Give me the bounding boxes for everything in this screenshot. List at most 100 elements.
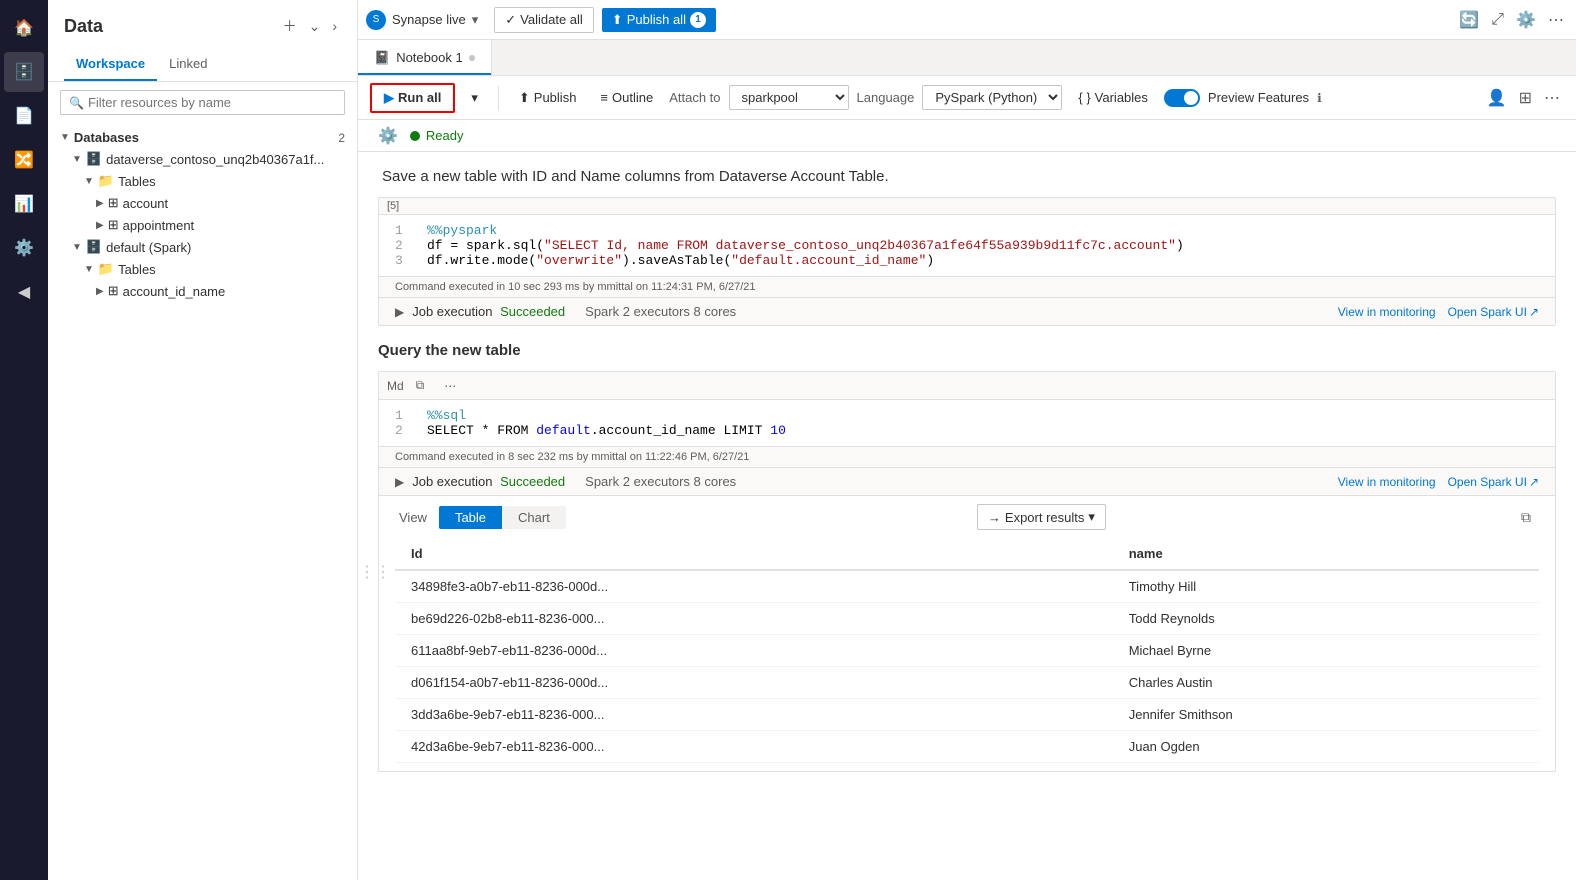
preview-features-toggle[interactable]	[1164, 89, 1200, 107]
cell1-job-label: Job execution Succeeded	[412, 304, 565, 319]
view-toggle: View Table Chart → Export results ▾ ⧉	[395, 504, 1539, 530]
publish-button[interactable]: ⬆ Publish	[511, 86, 585, 110]
toolbar-divider	[498, 86, 499, 110]
toolbar-right: 👤 ⊞ ⋯	[1483, 84, 1564, 112]
publish-label: Publish	[534, 90, 577, 105]
databases-label: Databases	[74, 130, 139, 145]
code-line: 2 SELECT * FROM default.account_id_name …	[395, 423, 1539, 438]
sidebar-develop[interactable]: 📄	[4, 96, 44, 136]
tree-tables-dataverse[interactable]: ▼ 📁 Tables	[48, 170, 357, 192]
run-dropdown-button[interactable]: ▾	[463, 86, 486, 110]
info-icon: ℹ	[1317, 91, 1322, 105]
settings-button[interactable]: ⚙️	[1512, 6, 1540, 34]
side-panel: Data ＋ ⌄ › Workspace Linked 🔍 ▼ Database…	[48, 0, 358, 880]
notebook-tab-1[interactable]: 📓 Notebook 1	[358, 40, 492, 75]
attach-select[interactable]: sparkpool	[729, 85, 849, 110]
sidebar-integrate[interactable]: 🔀	[4, 140, 44, 180]
chart-tab-button[interactable]: Chart	[502, 506, 566, 529]
cell-id: 611aa8bf-9eb7-eb11-8236-000d...	[395, 635, 1113, 667]
chevron-down-icon: ▾	[1088, 509, 1095, 525]
tree-table-account-id-name[interactable]: ▶ ⊞ account_id_name	[48, 280, 357, 302]
table-icon: ⊞	[108, 283, 119, 299]
top-bar-right: 🔄 ⤢ ⚙️ ⋯	[1455, 6, 1568, 34]
search-input[interactable]	[88, 95, 336, 110]
account-label: account	[123, 196, 169, 211]
cell-name: Charles Austin	[1113, 667, 1539, 699]
job-execution-label-2: Job execution	[412, 474, 492, 489]
cell-id: d061f154-a0b7-eb11-8236-000d...	[395, 667, 1113, 699]
table-copy-button[interactable]: ⧉	[1517, 507, 1535, 528]
run-all-label: Run all	[398, 90, 441, 105]
db-default-label: default (Spark)	[106, 240, 191, 255]
drag-handle[interactable]: ⋮⋮	[359, 562, 391, 582]
job-status-succeeded: Succeeded	[500, 304, 565, 319]
unsaved-indicator	[469, 55, 475, 61]
upload-icon: ⬆	[519, 90, 530, 106]
tree-db-default[interactable]: ▼ 🗄️ default (Spark)	[48, 236, 357, 258]
chevron-down-icon: ▼	[72, 154, 82, 165]
chevron-down-icon: ▼	[84, 176, 94, 187]
tab-linked[interactable]: Linked	[157, 48, 219, 81]
status-bar: ⚙️ Ready	[358, 120, 1576, 152]
code-line: 1 %%pyspark	[395, 223, 1539, 238]
notebook-view-button[interactable]: ⊞	[1515, 84, 1536, 112]
chevron-down-icon: ▾	[472, 12, 479, 28]
language-select[interactable]: PySpark (Python)	[922, 85, 1062, 110]
code-line: 1 %%sql	[395, 408, 1539, 423]
table-header-row: Id name	[395, 538, 1539, 570]
cell1-spark-info: Spark 2 executors 8 cores	[585, 304, 736, 319]
sidebar-collapse[interactable]: ◀	[4, 272, 44, 312]
tab-workspace[interactable]: Workspace	[64, 48, 157, 81]
code-text: df.write.mode("overwrite").saveAsTable("…	[427, 253, 934, 268]
view-monitoring-link-1[interactable]: View in monitoring	[1338, 305, 1436, 319]
view-monitoring-link-2[interactable]: View in monitoring	[1338, 475, 1436, 489]
collapse-panel-button[interactable]: ›	[328, 12, 341, 40]
chevron-right-icon[interactable]: ▶	[395, 305, 404, 319]
tree-db-dataverse[interactable]: ▼ 🗄️ dataverse_contoso_unq2b40367a1f...	[48, 148, 357, 170]
tree-tables-default[interactable]: ▼ 📁 Tables	[48, 258, 357, 280]
preview-label: Preview Features	[1208, 90, 1309, 105]
sidebar-monitor[interactable]: 📊	[4, 184, 44, 224]
validate-all-button[interactable]: ✓ Validate all	[494, 7, 594, 33]
sidebar-manage[interactable]: ⚙️	[4, 228, 44, 268]
export-results-button[interactable]: → Export results ▾	[977, 504, 1106, 530]
table-tab-button[interactable]: Table	[439, 506, 502, 529]
chevron-right-icon-2[interactable]: ▶	[395, 475, 404, 489]
cell-copy-button[interactable]: ⧉	[408, 376, 433, 395]
cell-id: 34898fe3-a0b7-eb11-8236-000d...	[395, 570, 1113, 603]
cell2-spark-info: Spark 2 executors 8 cores	[585, 474, 736, 489]
run-all-button[interactable]: ▶ Run all	[370, 83, 455, 113]
tree-table-appointment[interactable]: ▶ ⊞ appointment	[48, 214, 357, 236]
table-row: 42d3a6be-9eb7-eb11-8236-000...Juan Ogden	[395, 731, 1539, 763]
outline-button[interactable]: ≡ Outline	[592, 86, 661, 109]
search-box[interactable]: 🔍	[60, 90, 345, 115]
code-cell-2-content: 1 %%sql 2 SELECT * FROM default.account_…	[379, 400, 1555, 446]
side-panel-tabs: Workspace Linked	[48, 48, 357, 82]
notebook-profile-button[interactable]: 👤	[1483, 84, 1511, 112]
expand-button[interactable]: ⤢	[1487, 7, 1508, 33]
outline-icon: ≡	[600, 90, 608, 105]
variables-button[interactable]: { } Variables	[1070, 86, 1156, 109]
notebook-more-button[interactable]: ⋯	[1540, 84, 1564, 112]
open-spark-ui-link-2[interactable]: Open Spark UI ↗	[1448, 475, 1539, 489]
filter-resources-button[interactable]: ⌄	[305, 12, 325, 40]
cell-more-button[interactable]: ⋯	[436, 377, 464, 395]
job-execution-label: Job execution	[412, 304, 492, 319]
cell-type-label: Md	[387, 379, 404, 393]
cell-id: 3dd3a6be-9eb7-eb11-8236-000...	[395, 699, 1113, 731]
tree-table-account[interactable]: ▶ ⊞ account	[48, 192, 357, 214]
cell-name: Timothy Hill	[1113, 570, 1539, 603]
status-dot	[410, 131, 420, 141]
databases-section[interactable]: ▼ Databases 2	[48, 127, 357, 148]
play-icon: ▶	[384, 90, 394, 106]
publish-all-button[interactable]: ⬆ Publish all 1	[602, 8, 716, 32]
open-spark-ui-link-1[interactable]: Open Spark UI ↗	[1448, 305, 1539, 319]
col-name: name	[1113, 538, 1539, 570]
sidebar-home[interactable]: 🏠	[4, 8, 44, 48]
add-resource-button[interactable]: ＋	[279, 12, 301, 40]
sidebar-data[interactable]: 🗄️	[4, 52, 44, 92]
refresh-button[interactable]: 🔄	[1455, 6, 1483, 34]
account-id-name-label: account_id_name	[123, 284, 226, 299]
status-settings-button[interactable]: ⚙️	[374, 122, 402, 150]
more-options-button[interactable]: ⋯	[1544, 6, 1568, 34]
